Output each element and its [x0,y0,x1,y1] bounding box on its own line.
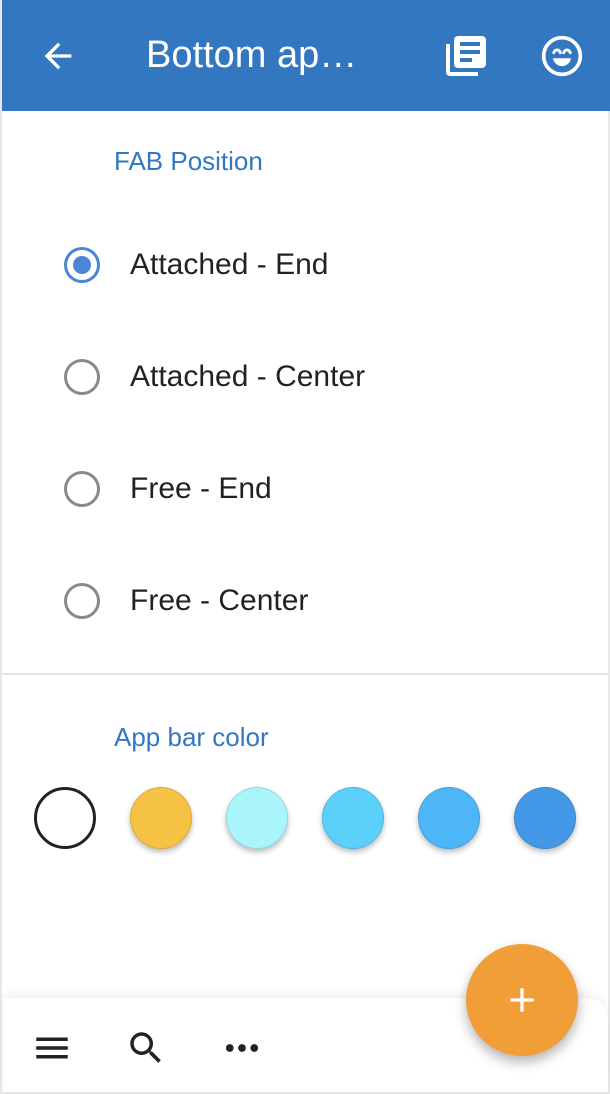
plus-icon [510,988,534,1012]
page-title: Bottom ap… [146,34,358,76]
radio-option-attached-end[interactable]: Attached - End [2,215,608,315]
radio-label: Free - Center [130,584,309,617]
radio-option-free-end[interactable]: Free - End [2,439,608,539]
radio-option-free-center[interactable]: Free - Center [2,551,608,651]
color-swatch-light-blue[interactable] [418,787,480,849]
more-horizontal-icon [225,1044,259,1052]
fab-add-button[interactable] [466,944,578,1056]
radio-label: Attached - Center [130,360,366,393]
menu-button[interactable] [24,1020,80,1076]
radio-option-attached-center[interactable]: Attached - Center [2,327,608,427]
more-options-button[interactable] [214,1020,270,1076]
library-button[interactable] [432,22,500,90]
top-app-bar: Bottom ap… [2,0,610,111]
smiley-face-icon [541,35,583,77]
color-swatch-sky-blue[interactable] [322,787,384,849]
section-divider [2,673,608,675]
search-button[interactable] [118,1020,174,1076]
color-swatch-light-cyan[interactable] [226,787,288,849]
color-swatch-amber[interactable] [130,787,192,849]
radio-button[interactable] [64,359,100,395]
radio-label: Free - End [130,472,272,505]
radio-label: Attached - End [130,248,329,281]
app-bar-color-header: App bar color [114,722,269,752]
radio-button-checked[interactable] [64,247,100,283]
emoji-button[interactable] [528,22,596,90]
color-swatch-blue[interactable] [514,787,576,849]
search-icon [130,1032,161,1063]
app-frame: Bottom ap… FAB Position Attached - End A… [0,0,610,1094]
fab-position-header: FAB Position [114,146,263,176]
back-button[interactable] [24,22,92,90]
arrow-left-icon [44,42,72,70]
radio-button[interactable] [64,583,100,619]
menu-icon [36,1037,68,1059]
radio-button[interactable] [64,471,100,507]
color-swatch-white[interactable] [34,787,96,849]
library-books-icon [446,36,486,76]
